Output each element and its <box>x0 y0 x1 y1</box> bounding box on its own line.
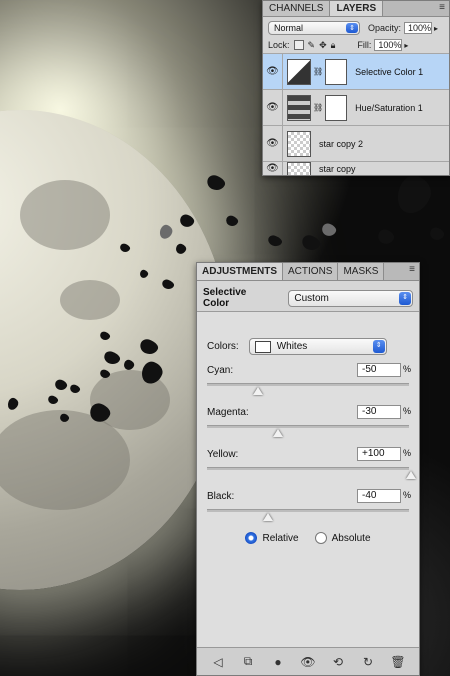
fill-slider-arrow-icon[interactable]: ▸ <box>404 41 408 50</box>
slider-value-input[interactable]: -30 <box>357 405 401 419</box>
slider-track[interactable] <box>207 425 409 428</box>
adjustments-panel-tabs: ADJUSTMENTS ACTIONS MASKS ≡ <box>197 263 419 281</box>
back-arrow-icon[interactable]: ◁ <box>210 654 226 670</box>
slider-yellow: Yellow: +100% <box>197 445 419 487</box>
visibility-eye-icon[interactable]: 👁︎ <box>300 654 316 670</box>
tab-layers[interactable]: LAYERS <box>330 1 384 16</box>
link-chain-icon: ⛓ <box>313 67 324 76</box>
adjustment-controls: Colors: Whites ⇕ Cyan: -50% Magenta: -30% Ye… <box>197 311 419 647</box>
slider-value-input[interactable]: -40 <box>357 489 401 503</box>
percent-sign: % <box>402 490 411 500</box>
slider-black: Black: -40% <box>197 487 419 529</box>
adjustment-title: Selective Color <box>203 287 247 309</box>
slider-value-input[interactable]: -50 <box>357 363 401 377</box>
adjustment-layer-thumbnail <box>287 58 311 85</box>
trash-icon[interactable]: 🗑︎ <box>390 654 406 670</box>
layer-name: Hue/Saturation 1 <box>355 102 423 113</box>
layer-name: star copy 2 <box>319 138 364 149</box>
opacity-label: Opacity: <box>368 23 402 33</box>
reset-icon[interactable]: ↻ <box>360 654 376 670</box>
fill-input[interactable]: 100% <box>374 39 403 51</box>
radio-selected-indicator[interactable] <box>245 532 258 544</box>
layer-thumbnail <box>287 162 311 175</box>
slider-track[interactable] <box>207 383 409 386</box>
visibility-eye-icon[interactable]: 👁︎ <box>263 54 283 89</box>
view-previous-icon[interactable]: ⟲ <box>330 654 346 670</box>
absolute-radio[interactable]: Absolute <box>314 532 371 544</box>
color-swatch <box>254 340 271 353</box>
clip-layer-icon[interactable]: ● <box>270 654 286 670</box>
tab-channels[interactable]: CHANNELS <box>263 1 331 16</box>
opacity-slider-arrow-icon[interactable]: ▸ <box>434 24 438 33</box>
link-chain-icon: ⛓ <box>313 103 324 112</box>
adjustments-footer-toolbar: ◁ ⧉ ● 👁︎ ⟲ ↻ 🗑︎ <box>197 647 419 675</box>
layer-row-star-copy[interactable]: 👁︎ star copy <box>263 161 449 175</box>
layer-mask-thumbnail[interactable] <box>325 58 348 85</box>
layer-name: Selective Color 1 <box>355 66 424 77</box>
relative-radio[interactable]: Relative <box>245 532 299 544</box>
panel-menu-icon[interactable]: ≡ <box>409 264 415 275</box>
layer-thumbnail <box>287 130 311 157</box>
opacity-input[interactable]: 100% <box>404 22 433 34</box>
slider-track[interactable] <box>207 509 409 512</box>
slider-track[interactable] <box>207 467 409 470</box>
slider-label: Magenta: <box>207 407 249 418</box>
colors-label: Colors: <box>207 341 239 352</box>
fill-label: Fill: <box>357 40 372 50</box>
dropdown-arrow-icon: ⇕ <box>372 340 385 353</box>
lock-paint-icon[interactable]: ✎ <box>308 40 316 51</box>
slider-cyan: Cyan: -50% <box>197 361 419 403</box>
tab-adjustments[interactable]: ADJUSTMENTS <box>197 263 284 280</box>
lock-transparency-icon[interactable] <box>293 40 304 50</box>
tab-actions[interactable]: ACTIONS <box>283 263 339 280</box>
slider-thumb[interactable] <box>273 429 284 437</box>
slider-thumb[interactable] <box>253 387 263 395</box>
method-radio-group: Relative Absolute <box>197 532 419 544</box>
layer-row-selective-color[interactable]: 👁︎ ⛓ Selective Color 1 <box>263 53 449 89</box>
visibility-eye-icon[interactable]: 👁︎ <box>263 162 283 175</box>
layer-name: star copy <box>319 163 356 174</box>
visibility-eye-icon[interactable]: 👁︎ <box>263 126 283 161</box>
layers-panel: CHANNELS LAYERS ≡ Normal ⇕ Opacity: 100%… <box>262 0 450 176</box>
colors-dropdown[interactable]: Whites ⇕ <box>248 338 387 355</box>
slider-thumb[interactable] <box>263 513 274 521</box>
lock-position-icon[interactable]: ✥ <box>319 40 327 51</box>
lock-label: Lock: <box>268 40 290 50</box>
slider-value-input[interactable]: +100 <box>357 447 401 461</box>
layers-panel-tabs: CHANNELS LAYERS ≡ <box>263 1 449 17</box>
layer-row-star-copy-2[interactable]: 👁︎ star copy 2 <box>263 125 449 161</box>
blend-mode-dropdown[interactable]: Normal ⇕ <box>268 21 360 35</box>
tab-masks[interactable]: MASKS <box>338 263 385 280</box>
radio-unselected-indicator[interactable] <box>314 532 327 544</box>
slider-thumb[interactable] <box>406 471 416 479</box>
adjustment-layer-thumbnail <box>287 94 311 121</box>
slider-label: Black: <box>207 491 235 502</box>
dropdown-arrow-icon: ⇕ <box>346 23 358 33</box>
visibility-eye-icon[interactable]: 👁︎ <box>263 90 283 125</box>
preset-dropdown[interactable]: Custom ⇕ <box>288 289 413 307</box>
layer-mask-thumbnail[interactable] <box>325 94 348 121</box>
percent-sign: % <box>402 364 411 374</box>
panel-menu-icon[interactable]: ≡ <box>439 2 445 13</box>
expand-view-icon[interactable]: ⧉ <box>240 654 256 670</box>
slider-label: Cyan: <box>207 365 234 376</box>
layer-row-hue-saturation[interactable]: 👁︎ ⛓ Hue/Saturation 1 <box>263 89 449 125</box>
dropdown-arrow-icon: ⇕ <box>399 291 411 305</box>
slider-label: Yellow: <box>207 449 239 460</box>
slider-magenta: Magenta: -30% <box>197 403 419 445</box>
adjustments-panel: ADJUSTMENTS ACTIONS MASKS ≡ Selective Co… <box>196 262 420 676</box>
lock-all-icon[interactable]: 🔒︎ <box>331 40 336 51</box>
percent-sign: % <box>402 406 411 416</box>
percent-sign: % <box>402 448 411 458</box>
